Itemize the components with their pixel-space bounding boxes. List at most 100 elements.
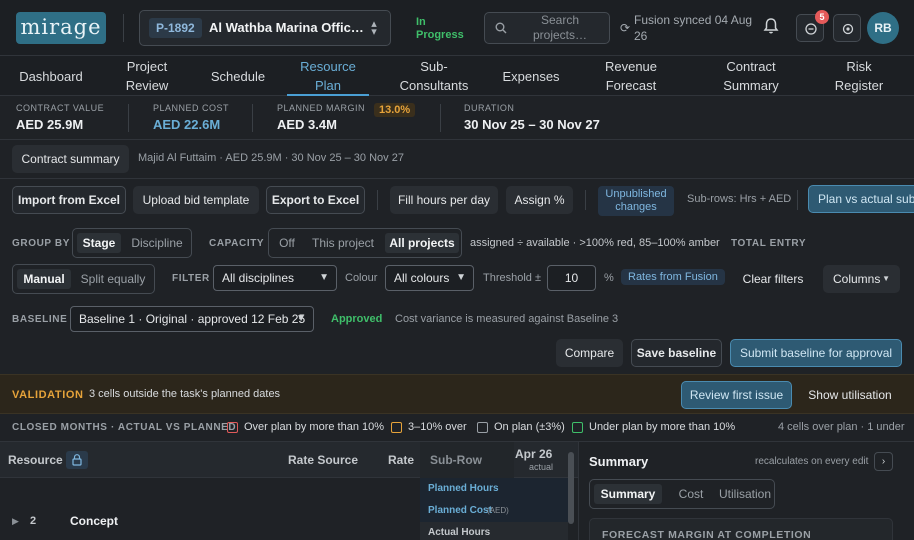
tab-dashboard[interactable]: Dashboard	[12, 56, 90, 96]
stage-name[interactable]: Concept	[70, 514, 118, 528]
expand-chevron-icon[interactable]: ▶	[12, 516, 19, 527]
subrows-hint: Sub-rows: Hrs + AED	[687, 193, 792, 205]
actual-hours-subrow: Actual Hours	[428, 527, 491, 538]
top-bar: mirage P-1892 Al Wathba Marina Offic… ▴ ▾…	[0, 0, 914, 56]
summary-panel: Summary recalculates on every edit › Sum…	[578, 442, 914, 540]
planned-cost-label: PLANNED COST	[153, 103, 230, 113]
chevron-down-icon: ▼	[456, 272, 466, 283]
compare-button[interactable]: Compare	[556, 339, 623, 367]
search-input[interactable]: Search projects…	[484, 12, 610, 44]
tab-project-review[interactable]: Project Review	[112, 56, 182, 96]
discipline-filter-select[interactable]: All disciplines ▼	[213, 265, 337, 291]
entry-split-equally[interactable]: Split equally	[75, 269, 151, 289]
baseline-note: Cost variance is measured against Baseli…	[395, 313, 619, 325]
total-entry-label: TOTAL ENTRY	[731, 238, 807, 249]
duration: 30 Nov 25 – 30 Nov 27	[464, 117, 600, 132]
unpublished-changes-badge[interactable]: Unpublished changes	[598, 186, 674, 216]
columns-button[interactable]: Columns ▼	[823, 265, 900, 293]
settings-button[interactable]	[833, 14, 861, 42]
chevron-down-icon: ▼	[319, 272, 329, 283]
summary-title: Summary	[589, 454, 649, 469]
legend-summary: 4 cells over plan · 1 under	[778, 421, 905, 433]
colour-filter-select[interactable]: All colours ▼	[385, 265, 474, 291]
context-text: Majid Al Futtaim · AED 25.9M · 30 Nov 25…	[138, 152, 404, 164]
tab-schedule[interactable]: Schedule	[203, 56, 273, 96]
colour-filter-value: All colours	[394, 271, 450, 285]
summary-tab-cost[interactable]: Cost	[666, 484, 716, 504]
notification-badge: 5	[815, 10, 829, 24]
project-selector[interactable]: P-1892 Al Wathba Marina Offic… ▴ ▾	[139, 10, 391, 46]
group-by-toggle: Stage Discipline	[72, 228, 192, 258]
sync-text: Fusion synced 04 Aug 26	[634, 13, 753, 43]
upload-bid-template-button[interactable]: Upload bid template	[133, 186, 259, 214]
grid-header: Resource Rate Source Rate Sub-Row Apr 26…	[0, 442, 578, 478]
summary-tab-summary[interactable]: Summary	[594, 484, 662, 504]
tab-contract-summary[interactable]: Contract Summary	[712, 56, 790, 96]
over-plan-swatch	[227, 422, 238, 433]
review-first-issue-button[interactable]: Review first issue	[681, 381, 792, 409]
closed-months-legend: CLOSED MONTHS · ACTUAL VS PLANNED Over p…	[0, 414, 914, 442]
month-subheader: actual	[529, 462, 554, 472]
divider	[377, 190, 378, 210]
show-utilisation-button[interactable]: Show utilisation	[800, 381, 900, 409]
chevron-right-icon[interactable]: ›	[874, 452, 893, 471]
user-avatar[interactable]: RB	[867, 12, 899, 44]
fill-hours-button[interactable]: Fill hours per day	[390, 186, 498, 214]
planned-cost-subrow: Planned Cost	[428, 505, 492, 516]
import-excel-button[interactable]: Import from Excel	[12, 186, 126, 214]
tab-risk-register[interactable]: Risk Register	[826, 56, 892, 96]
under-plan-swatch	[572, 422, 583, 433]
save-baseline-button[interactable]: Save baseline	[631, 339, 722, 367]
baseline-select[interactable]: Baseline 1 · Original · approved 12 Feb …	[70, 306, 314, 332]
rate-source-header[interactable]: Rate Source	[288, 453, 358, 467]
capacity-all-projects[interactable]: All projects	[385, 233, 459, 253]
on-plan-swatch	[477, 422, 488, 433]
chevron-down-icon: ▼	[296, 313, 306, 324]
rate-header[interactable]: Rate	[388, 453, 414, 467]
margin-percent-badge: 13.0%	[374, 103, 416, 117]
tab-revenue-forecast[interactable]: Revenue Forecast	[593, 56, 669, 96]
subrow-header[interactable]: Sub-Row	[430, 453, 482, 467]
summary-tab-utilisation[interactable]: Utilisation	[718, 484, 772, 504]
group-by-stage[interactable]: Stage	[77, 233, 121, 253]
grid-scrollbar[interactable]	[568, 452, 574, 524]
mirage-logo[interactable]: mirage	[16, 12, 106, 44]
capacity-off[interactable]: Off	[273, 233, 301, 253]
tab-sub-consultants[interactable]: Sub-Consultants	[389, 56, 479, 96]
submit-baseline-button[interactable]: Submit baseline for approval	[730, 339, 902, 367]
validation-banner: VALIDATION 3 cells outside the task's pl…	[0, 374, 914, 414]
planned-cost: AED 22.6M	[153, 117, 221, 132]
plan-vs-actual-button[interactable]: Plan vs actual sub	[808, 185, 914, 213]
resource-header[interactable]: Resource	[8, 453, 63, 467]
threshold-input[interactable]: 10	[547, 265, 596, 291]
slightly-over-swatch	[391, 422, 402, 433]
contract-value-label: CONTRACT VALUE	[16, 103, 105, 113]
entry-mode-toggle: Manual Split equally	[12, 264, 155, 294]
summary-hint: recalculates on every edit	[755, 456, 869, 467]
gear-icon	[842, 23, 854, 35]
search-placeholder: Search projects…	[532, 13, 588, 42]
threshold-label: Threshold ±	[483, 272, 542, 284]
legend-item: On plan (±3%)	[494, 421, 565, 433]
contract-value: AED 25.9M	[16, 117, 84, 132]
clear-filters-button[interactable]: Clear filters	[735, 265, 811, 293]
planned-hours-subrow: Planned Hours	[428, 483, 499, 494]
divider	[0, 178, 914, 179]
row-number: 2	[30, 515, 37, 527]
export-excel-button[interactable]: Export to Excel	[266, 186, 365, 214]
project-code: P-1892	[149, 18, 202, 38]
bell-icon[interactable]	[762, 17, 780, 38]
group-by-discipline[interactable]: Discipline	[125, 233, 189, 253]
capacity-this-project[interactable]: This project	[307, 233, 379, 253]
lock-icon[interactable]	[66, 451, 88, 469]
entry-manual[interactable]: Manual	[17, 269, 71, 289]
assign-percent-button[interactable]: Assign %	[506, 186, 573, 214]
tab-resource-plan[interactable]: Resource Plan	[290, 56, 366, 96]
project-name: Al Wathba Marina Offic…	[209, 20, 364, 35]
month-header[interactable]: Apr 26	[515, 447, 552, 461]
tab-expenses[interactable]: Expenses	[495, 56, 567, 96]
resource-grid: Resource Rate Source Rate Sub-Row Apr 26…	[0, 442, 578, 540]
contract-summary-button[interactable]: Contract summary	[12, 145, 129, 173]
divider	[123, 14, 124, 42]
rates-from-fusion-badge[interactable]: Rates from Fusion	[621, 269, 725, 285]
